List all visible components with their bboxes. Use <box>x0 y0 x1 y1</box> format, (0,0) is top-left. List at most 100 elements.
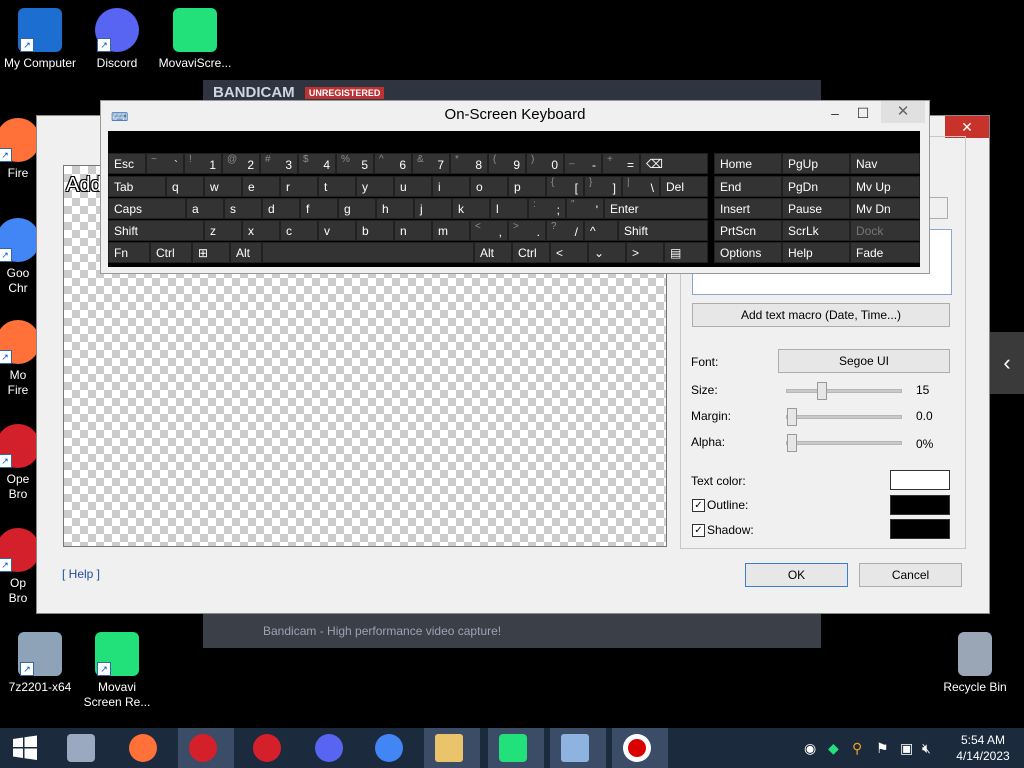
maximize-button[interactable]: ☐ <box>847 101 879 125</box>
add-text-macro-button[interactable]: Add text macro (Date, Time...) <box>692 303 950 327</box>
key-k[interactable]: k <box>452 198 490 219</box>
key-tab[interactable]: Tab <box>108 176 166 197</box>
taskbar-opera-1[interactable] <box>178 728 234 768</box>
key-scrlk[interactable]: ScrLk <box>782 220 850 241</box>
tray-record-status-icon[interactable]: ◉ <box>804 740 816 757</box>
taskbar-firefox[interactable] <box>118 728 168 768</box>
key-pgdn[interactable]: PgDn <box>782 176 850 197</box>
key-mv-up[interactable]: Mv Up <box>850 176 920 197</box>
key-backspace[interactable]: ⌫ <box>640 153 708 174</box>
key-right-arrow[interactable]: > <box>626 242 664 263</box>
key-punct[interactable]: ? / <box>546 220 584 241</box>
key-f[interactable]: f <box>300 198 338 219</box>
key-enter[interactable]: Enter <box>604 198 708 219</box>
key-down-arrow[interactable]: ⌄ <box>588 242 626 263</box>
key-5[interactable]: % 5 <box>336 153 374 174</box>
key-s[interactable]: s <box>224 198 262 219</box>
key-x[interactable]: x <box>242 220 280 241</box>
desktop-icon-movavi-screen-recorder[interactable]: ↗ Movavi Screen Re... <box>77 632 157 710</box>
key-pause[interactable]: Pause <box>782 198 850 219</box>
outline-checkbox[interactable]: ✓ <box>692 499 705 512</box>
key-n[interactable]: n <box>394 220 432 241</box>
size-slider-thumb[interactable] <box>817 382 827 400</box>
key-del[interactable]: Del <box>660 176 708 197</box>
key-bracket[interactable]: }] <box>584 176 622 197</box>
key-h[interactable]: h <box>376 198 414 219</box>
key-windows[interactable]: ⊞ <box>192 242 230 263</box>
key-punct[interactable]: :; <box>528 198 566 219</box>
key-m[interactable]: m <box>432 220 470 241</box>
key-1[interactable]: ! 1 <box>184 153 222 174</box>
key-6[interactable]: ^ 6 <box>374 153 412 174</box>
desktop-icon-movavi[interactable]: MovaviScre... <box>155 8 235 71</box>
key-fn[interactable]: Fn <box>108 242 150 263</box>
key-esc[interactable]: Esc <box>108 153 146 174</box>
key-punct[interactable]: " ' <box>566 198 604 219</box>
key-shift-right[interactable]: Shift <box>618 220 708 241</box>
help-link[interactable]: [ Help ] <box>62 567 100 581</box>
key-punct[interactable]: >. <box>508 220 546 241</box>
key-z[interactable]: z <box>204 220 242 241</box>
key-c[interactable]: c <box>280 220 318 241</box>
key-prtscn[interactable]: PrtScn <box>714 220 782 241</box>
key-mv-dn[interactable]: Mv Dn <box>850 198 920 219</box>
key-options[interactable]: Options <box>714 242 782 263</box>
osk-close-button[interactable]: ✕ <box>881 101 925 123</box>
key-3[interactable]: #3 <box>260 153 298 174</box>
taskbar-on-screen-keyboard[interactable] <box>550 728 606 768</box>
key-ctrl-left[interactable]: Ctrl <box>150 242 192 263</box>
key-u[interactable]: u <box>394 176 432 197</box>
key-r[interactable]: r <box>280 176 318 197</box>
key-up-arrow[interactable]: ^ <box>584 220 618 241</box>
key-w[interactable]: w <box>204 176 242 197</box>
key-space[interactable] <box>262 242 474 263</box>
key-y[interactable]: y <box>356 176 394 197</box>
key-d[interactable]: d <box>262 198 300 219</box>
margin-slider[interactable] <box>786 408 902 426</box>
key-g[interactable]: g <box>338 198 376 219</box>
key-home[interactable]: Home <box>714 153 782 174</box>
tray-volume-muted-icon[interactable]: 🔇︎ <box>922 740 931 757</box>
key-alt-right[interactable]: Alt <box>474 242 512 263</box>
alpha-slider[interactable] <box>786 434 902 452</box>
taskbar-file-explorer[interactable] <box>424 728 480 768</box>
taskbar-movavi[interactable] <box>488 728 544 768</box>
key-bracket[interactable]: {[ <box>546 176 584 197</box>
key-`[interactable]: ~ ` <box>146 153 184 174</box>
key-menu[interactable]: ▤ <box>664 242 708 263</box>
key-help[interactable]: Help <box>782 242 850 263</box>
side-panel-chevron-left-icon[interactable]: ‹ <box>990 332 1024 394</box>
tray-flag-icon[interactable]: ⚑ <box>876 740 889 757</box>
key-ctrl-right[interactable]: Ctrl <box>512 242 550 263</box>
key-e[interactable]: e <box>242 176 280 197</box>
key-4[interactable]: $4 <box>298 153 336 174</box>
shadow-checkbox[interactable]: ✓ <box>692 524 705 537</box>
key-8[interactable]: * 8 <box>450 153 488 174</box>
key-insert[interactable]: Insert <box>714 198 782 219</box>
ok-button[interactable]: OK <box>745 563 848 587</box>
key-o[interactable]: o <box>470 176 508 197</box>
tray-search-icon[interactable]: ⚲ <box>852 740 862 757</box>
key-q[interactable]: q <box>166 176 204 197</box>
key-i[interactable]: i <box>432 176 470 197</box>
key-alt-left[interactable]: Alt <box>230 242 262 263</box>
taskbar-chrome[interactable] <box>364 728 414 768</box>
key-7[interactable]: & 7 <box>412 153 450 174</box>
key-shift-left[interactable]: Shift <box>108 220 204 241</box>
shadow-color-swatch[interactable] <box>890 519 950 539</box>
key-nav[interactable]: Nav <box>850 153 920 174</box>
key-end[interactable]: End <box>714 176 782 197</box>
key-2[interactable]: @2 <box>222 153 260 174</box>
text-color-swatch[interactable] <box>890 470 950 490</box>
outline-color-swatch[interactable] <box>890 495 950 515</box>
key-p[interactable]: p <box>508 176 546 197</box>
dialog-close-button[interactable]: ✕ <box>945 116 989 138</box>
cancel-button[interactable]: Cancel <box>859 563 962 587</box>
key-=[interactable]: + = <box>602 153 640 174</box>
key-b[interactable]: b <box>356 220 394 241</box>
taskbar-opera-2[interactable] <box>242 728 292 768</box>
key-dock[interactable]: Dock <box>850 220 920 241</box>
key-caps[interactable]: Caps <box>108 198 186 219</box>
key-pgup[interactable]: PgUp <box>782 153 850 174</box>
desktop-icon-recycle-bin[interactable]: Recycle Bin <box>935 632 1015 695</box>
